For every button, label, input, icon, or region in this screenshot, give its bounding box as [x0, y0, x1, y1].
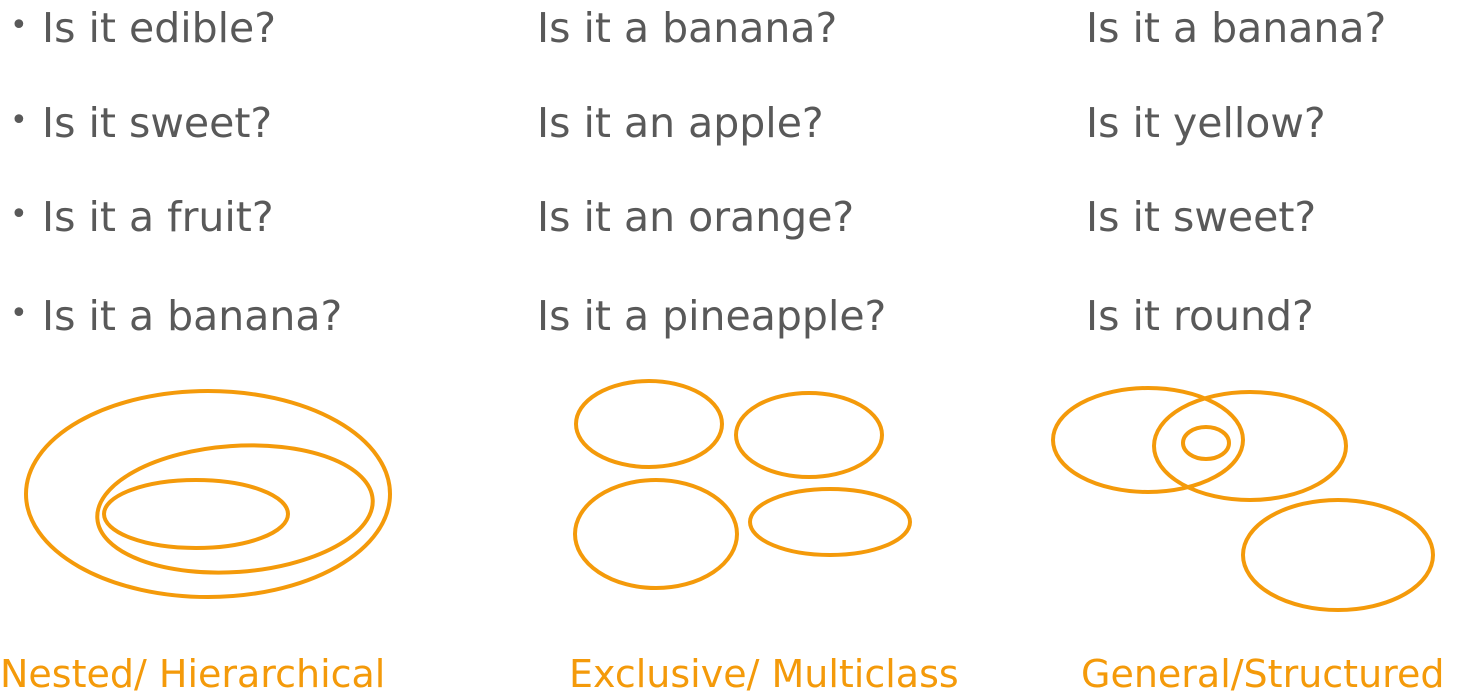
exclusive-ellipse-1 — [574, 379, 724, 469]
general-ellipse-3 — [1241, 498, 1435, 612]
set-diagrams — [24, 379, 1435, 612]
exclusive-ellipse-4 — [748, 487, 912, 557]
general-ellipse-small — [1181, 425, 1231, 461]
caption-nested: Nested/ Hierarchical — [0, 652, 386, 696]
general-ellipse-1 — [1051, 386, 1245, 494]
exclusive-ellipse-3 — [573, 478, 739, 590]
nested-inner-ellipse — [102, 478, 290, 550]
exclusive-ellipse-2 — [734, 391, 884, 479]
nested-middle-ellipse — [95, 443, 375, 575]
caption-general: General/Structured — [1081, 652, 1445, 696]
nested-outer-ellipse — [24, 389, 392, 599]
caption-exclusive: Exclusive/ Multiclass — [569, 652, 959, 696]
